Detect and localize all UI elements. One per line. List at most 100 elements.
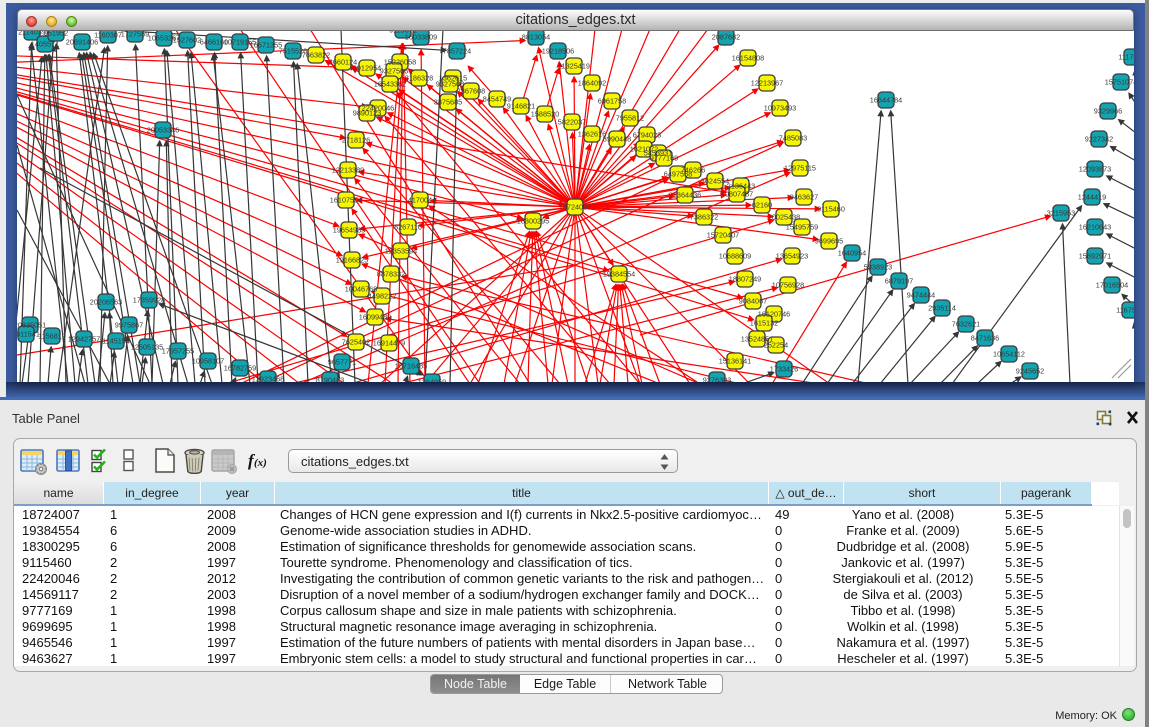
svg-text:15495759: 15495759 (786, 223, 818, 232)
svg-text:17016504: 17016504 (1096, 281, 1128, 290)
svg-text:10688609: 10688609 (719, 252, 751, 261)
svg-text:12213967: 12213967 (751, 79, 783, 88)
svg-text:9245652: 9245652 (1016, 367, 1044, 376)
svg-text:8186328: 8186328 (405, 74, 433, 83)
svg-text:12942757: 12942757 (68, 335, 100, 344)
svg-text:9474444: 9474444 (907, 291, 935, 300)
svg-text:16914479: 16914479 (373, 339, 405, 348)
svg-text:6961758: 6961758 (598, 97, 626, 106)
svg-text:15692971: 15692971 (1079, 252, 1111, 261)
svg-text:19218506: 19218506 (542, 47, 574, 56)
svg-text:10756928: 10756928 (772, 281, 804, 290)
svg-text:8190483: 8190483 (316, 376, 344, 382)
svg-text:5822037: 5822037 (558, 118, 586, 127)
svg-text:15751074: 15751074 (1105, 78, 1134, 87)
svg-text:15716485: 15716485 (395, 362, 427, 371)
svg-text:417004: 417004 (408, 196, 432, 205)
svg-text:10654112: 10654112 (993, 350, 1025, 359)
svg-text:1527602: 1527602 (173, 36, 201, 45)
svg-text:13654923: 13654923 (776, 252, 808, 261)
svg-text:18300295: 18300295 (517, 217, 549, 226)
svg-text:3911541: 3911541 (17, 330, 40, 339)
svg-text:9227342: 9227342 (1085, 135, 1113, 144)
svg-text:16033809: 16033809 (405, 33, 437, 42)
svg-text:9699695: 9699695 (815, 237, 843, 246)
svg-text:10973493: 10973493 (764, 104, 796, 113)
svg-text:6879197: 6879197 (885, 277, 913, 286)
svg-text:1615132: 1615132 (750, 319, 778, 328)
svg-text:2114039: 2114039 (18, 31, 46, 37)
svg-text:8267110: 8267110 (394, 223, 422, 232)
svg-text:9975867: 9975867 (115, 321, 143, 330)
svg-text:9463627: 9463627 (790, 193, 818, 202)
svg-text:5938923: 5938923 (864, 263, 892, 272)
svg-text:252254: 252254 (764, 341, 788, 350)
svg-text:20053346: 20053346 (147, 126, 179, 135)
svg-text:19166825: 19166825 (336, 256, 368, 265)
svg-text:16782759: 16782759 (224, 364, 256, 373)
svg-text:8813054: 8813054 (522, 33, 550, 42)
svg-text:4498222: 4498222 (368, 292, 396, 301)
svg-text:16154808: 16154808 (732, 54, 764, 63)
svg-text:1640954: 1640954 (838, 249, 866, 258)
svg-text:16210643: 16210643 (1079, 223, 1111, 232)
svg-text:11325419: 11325419 (558, 62, 590, 71)
svg-text:1405571: 1405571 (31, 40, 59, 49)
svg-text:1588520: 1588520 (531, 110, 559, 119)
svg-text:19384554: 19384554 (603, 270, 635, 279)
svg-text:9276303: 9276303 (703, 376, 731, 382)
svg-text:18807249: 18807249 (729, 275, 761, 284)
svg-text:1160307: 1160307 (94, 31, 122, 40)
svg-text:10958107: 10958107 (192, 357, 224, 366)
svg-text:9657771: 9657771 (328, 358, 356, 367)
svg-text:10025438: 10025438 (768, 213, 800, 222)
svg-text:6794028: 6794028 (633, 131, 661, 140)
svg-text:21364436: 21364436 (669, 191, 701, 200)
svg-text:1364959: 1364959 (418, 378, 446, 382)
svg-text:8878332: 8878332 (377, 270, 405, 279)
svg-text:9890123: 9890123 (353, 109, 381, 118)
svg-text:62160: 62160 (752, 201, 772, 210)
svg-text:19654985: 19654985 (333, 226, 365, 235)
svg-text:1244419: 1244419 (1078, 193, 1106, 202)
svg-text:1145154: 1145154 (102, 337, 130, 346)
svg-text:9115460: 9115460 (817, 205, 845, 214)
svg-text:20835051: 20835051 (17, 321, 46, 330)
svg-text:15720407: 15720407 (707, 231, 739, 240)
svg-text:8912954: 8912954 (353, 64, 381, 73)
svg-text:12975115: 12975115 (784, 164, 816, 173)
svg-text:8990448: 8990448 (603, 135, 631, 144)
svg-text:2087682: 2087682 (712, 33, 740, 42)
svg-text:16644784: 16644784 (870, 96, 902, 105)
svg-text:16099489: 16099489 (359, 313, 391, 322)
svg-text:18724007: 18724007 (559, 203, 591, 212)
svg-text:12213389: 12213389 (332, 166, 364, 175)
svg-text:7955812: 7955812 (616, 114, 644, 123)
svg-text:17359928: 17359928 (133, 296, 165, 305)
svg-text:(x): (x) (254, 457, 267, 469)
svg-text:1167533: 1167533 (1116, 306, 1134, 315)
svg-text:12093873: 12093873 (1079, 165, 1111, 174)
svg-text:2718126: 2718126 (342, 136, 370, 145)
svg-text:7485083: 7485083 (779, 134, 807, 143)
svg-text:15136141: 15136141 (719, 357, 751, 366)
svg-text:12353594: 12353594 (385, 247, 417, 256)
svg-text:16671355: 16671355 (250, 41, 282, 50)
svg-text:7632621: 7632621 (952, 320, 980, 329)
svg-text:3624554: 3624554 (701, 177, 729, 186)
svg-text:951952: 951952 (44, 31, 68, 38)
svg-text:9329966: 9329966 (1094, 107, 1122, 116)
svg-text:7386322: 7386322 (690, 213, 718, 222)
svg-text:16107554: 16107554 (330, 196, 362, 205)
svg-text:20206563: 20206563 (90, 298, 122, 307)
svg-text:16543362: 16543362 (374, 80, 406, 89)
svg-text:9084067: 9084067 (739, 297, 767, 306)
svg-text:12505135: 12505135 (131, 343, 163, 352)
svg-text:2935114: 2935114 (928, 304, 956, 313)
svg-text:7625402: 7625402 (342, 338, 370, 347)
svg-text:1117032: 1117032 (1118, 53, 1134, 62)
svg-text:7663822: 7663822 (302, 51, 330, 60)
svg-text:1156819: 1156819 (38, 332, 66, 341)
svg-text:1733426: 1733426 (770, 365, 798, 374)
svg-text:1864092: 1864092 (578, 79, 606, 88)
